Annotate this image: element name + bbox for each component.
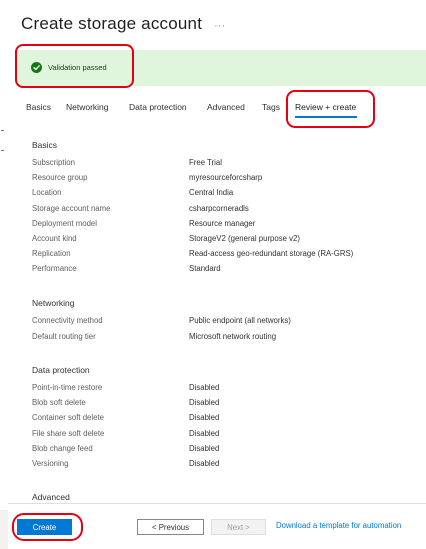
summary-key: Deployment model <box>32 219 98 228</box>
summary-value: Disabled <box>189 413 220 422</box>
summary-row: Performance Standard <box>32 264 412 278</box>
next-button[interactable]: Next > <box>211 519 266 535</box>
summary-value: Free Trial <box>189 158 222 167</box>
summary-value: Microsoft network routing <box>189 332 277 341</box>
summary-row: Resource group myresourceforcsharp <box>32 173 412 187</box>
summary-value: Disabled <box>189 398 220 407</box>
rail-tick <box>1 130 4 131</box>
section-title-advanced: Advanced <box>32 492 70 502</box>
summary-key: Location <box>32 188 62 197</box>
summary-value: Disabled <box>189 429 220 438</box>
summary-row: File share soft delete Disabled <box>32 429 412 443</box>
summary-value: Standard <box>189 264 221 273</box>
summary-row: Deployment model Resource manager <box>32 219 412 233</box>
rail-tick <box>1 150 4 151</box>
summary-value: Public endpoint (all networks) <box>189 316 291 325</box>
summary-key: Container soft delete <box>32 413 104 422</box>
summary-key: Blob change feed <box>32 444 93 453</box>
summary-row: Subscription Free Trial <box>32 158 412 172</box>
summary-key: Default routing tier <box>32 332 96 341</box>
summary-row: Default routing tier Microsoft network r… <box>32 332 412 346</box>
summary-value: Disabled <box>189 444 220 453</box>
summary-key: Subscription <box>32 158 75 167</box>
annotation-circle-validation <box>15 44 134 88</box>
rail-bottom <box>0 510 8 549</box>
summary-row: Point-in-time restore Disabled <box>32 383 412 397</box>
summary-key: Resource group <box>32 173 88 182</box>
summary-key: Replication <box>32 249 71 258</box>
summary-row: Versioning Disabled <box>32 459 412 473</box>
annotation-circle-create-button <box>12 513 83 541</box>
more-options-icon[interactable]: ··· <box>214 20 225 32</box>
summary-key: Performance <box>32 264 77 273</box>
page-header: Create storage account ··· <box>21 14 225 38</box>
summary-value: myresourceforcsharp <box>189 173 263 182</box>
summary-key: File share soft delete <box>32 429 105 438</box>
summary-key: Account kind <box>32 234 77 243</box>
tab-data-protection[interactable]: Data protection <box>129 102 187 112</box>
section-title-networking: Networking <box>32 298 75 308</box>
page-title: Create storage account <box>21 14 203 33</box>
summary-key: Point-in-time restore <box>32 383 103 392</box>
summary-row: Replication Read-access geo-redundant st… <box>32 249 412 263</box>
download-template-link[interactable]: Download a template for automation <box>276 521 401 530</box>
previous-button[interactable]: < Previous <box>137 519 204 535</box>
summary-value: Resource manager <box>189 219 256 228</box>
tab-basics[interactable]: Basics <box>26 102 51 112</box>
summary-key: Storage account name <box>32 204 111 213</box>
annotation-circle-review-tab <box>286 90 375 128</box>
left-rail <box>0 0 10 549</box>
summary-value: Read-access geo-redundant storage (RA-GR… <box>189 249 354 258</box>
tab-networking[interactable]: Networking <box>66 102 109 112</box>
section-title-data-protection: Data protection <box>32 365 90 375</box>
summary-value: Disabled <box>189 459 220 468</box>
summary-value: Disabled <box>189 383 220 392</box>
summary-value: Central India <box>189 188 234 197</box>
summary-row: Blob change feed Disabled <box>32 444 412 458</box>
summary-row: Blob soft delete Disabled <box>32 398 412 412</box>
summary-key: Blob soft delete <box>32 398 86 407</box>
tab-tags[interactable]: Tags <box>262 102 280 112</box>
summary-row: Storage account name csharpcorneradls <box>32 204 412 218</box>
summary-value: csharpcorneradls <box>189 204 249 213</box>
summary-row: Connectivity method Public endpoint (all… <box>32 316 412 330</box>
summary-value: StorageV2 (general purpose v2) <box>189 234 300 243</box>
summary-row: Container soft delete Disabled <box>32 413 412 427</box>
summary-row: Account kind StorageV2 (general purpose … <box>32 234 412 248</box>
summary-row: Location Central India <box>32 188 412 202</box>
tab-advanced[interactable]: Advanced <box>207 102 245 112</box>
summary-key: Connectivity method <box>32 316 103 325</box>
summary-key: Versioning <box>32 459 69 468</box>
section-title-basics: Basics <box>32 140 58 150</box>
